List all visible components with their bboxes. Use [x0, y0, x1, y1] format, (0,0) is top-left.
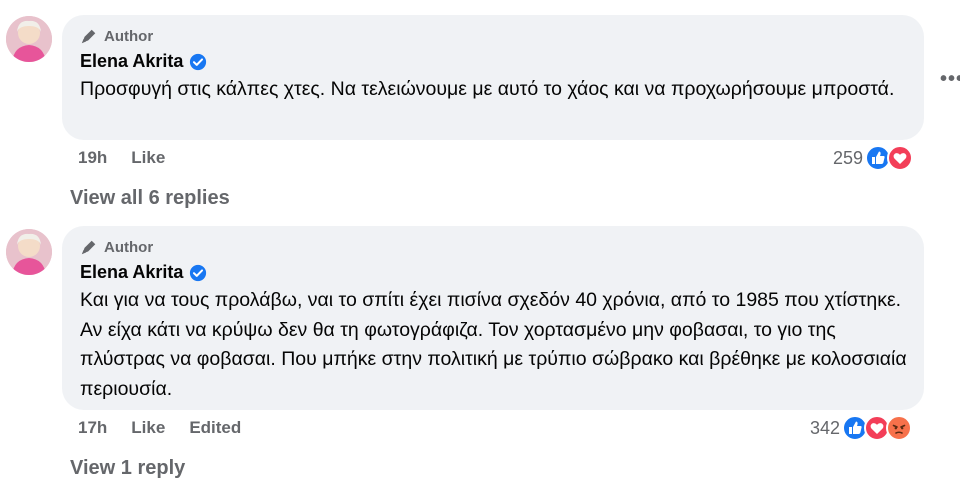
avatar[interactable]: [6, 16, 52, 62]
author-badge: Author: [80, 27, 153, 45]
more-options-icon[interactable]: •••: [940, 68, 960, 91]
comment-bubble: Author Elena Akrita Προσφυγή στις κάλπες…: [62, 15, 924, 140]
edited-label: Edited: [189, 418, 242, 437]
author-badge: Author: [80, 238, 153, 256]
author-badge-label: Author: [104, 27, 154, 45]
view-replies-link[interactable]: View all 6 replies: [70, 187, 230, 210]
angry-icon: [886, 415, 913, 441]
avatar-photo: [6, 16, 52, 62]
comment-time[interactable]: 17h: [78, 418, 107, 438]
pen-icon: [81, 240, 96, 255]
comment-text: Προσφυγή στις κάλπες χτες. Να τελειώνουμ…: [80, 78, 895, 100]
reaction-summary[interactable]: 342: [810, 415, 913, 441]
pen-icon: [81, 29, 96, 44]
comment-bubble: Author Elena Akrita Και για να τους προλ…: [62, 226, 924, 410]
avatar[interactable]: [6, 229, 52, 275]
love-icon: [887, 145, 914, 171]
reaction-summary[interactable]: 259: [833, 145, 914, 171]
like-button[interactable]: Like: [131, 418, 165, 438]
like-button[interactable]: Like: [131, 148, 165, 168]
view-replies-link[interactable]: View 1 reply: [70, 457, 185, 480]
verified-badge-icon: [190, 264, 207, 281]
verified-badge-icon: [190, 53, 207, 70]
commenter-name[interactable]: Elena Akrita: [80, 262, 183, 283]
reaction-count: 342: [810, 417, 841, 438]
comment-text: Και για να τους προλάβω, ναι το σπίτι έχ…: [80, 289, 907, 400]
avatar-photo: [6, 229, 52, 275]
reaction-count: 259: [833, 147, 864, 168]
author-badge-label: Author: [104, 238, 154, 256]
comment-actions: 17h Like Edited: [78, 418, 265, 438]
commenter-name[interactable]: Elena Akrita: [80, 51, 183, 72]
comment-time[interactable]: 19h: [78, 148, 107, 168]
comment-actions: 19h Like: [78, 148, 189, 168]
